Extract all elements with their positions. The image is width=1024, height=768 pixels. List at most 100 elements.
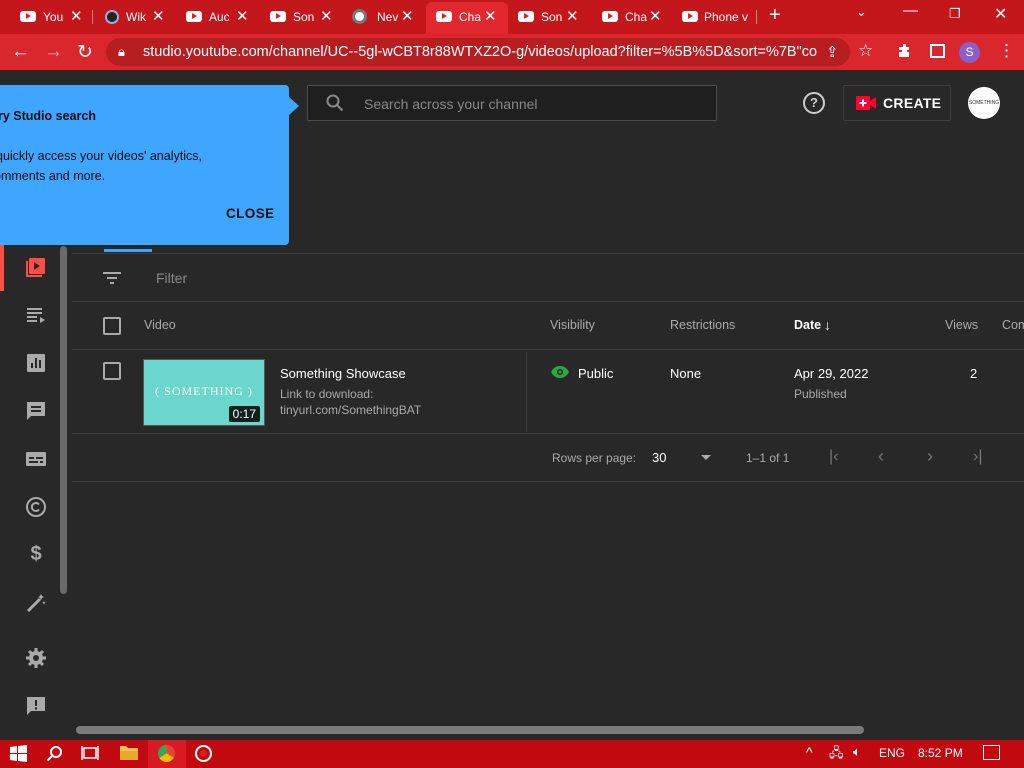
first-page-icon[interactable]: |‹	[829, 448, 838, 466]
column-header-comments: Com	[1002, 318, 1024, 332]
create-video-icon	[856, 96, 876, 110]
analytics-icon[interactable]	[24, 351, 48, 375]
popup-body: omments and more.	[0, 169, 106, 183]
clock[interactable]: 8:52 PM	[918, 746, 963, 760]
close-window-icon[interactable]: ✕	[994, 4, 1007, 24]
divider	[72, 253, 1024, 254]
rows-per-page-select[interactable]: 30	[652, 450, 666, 465]
last-page-icon[interactable]: ›|	[973, 448, 982, 466]
volume-icon[interactable]: 🔈︎	[853, 744, 861, 760]
feedback-icon[interactable]	[24, 694, 48, 718]
close-tab-icon[interactable]: ✕	[70, 7, 83, 25]
bookmark-star-icon[interactable]: ☆	[858, 41, 873, 61]
close-tab-icon[interactable]: ✕	[236, 7, 249, 25]
popup-title: ry Studio search	[0, 109, 96, 123]
browser-tab[interactable]: Phone v	[672, 4, 758, 30]
notifications-icon[interactable]	[983, 745, 1000, 760]
column-header-date[interactable]: Date	[794, 318, 821, 332]
taskbar-search-icon[interactable]	[46, 745, 64, 763]
restore-icon[interactable]: ❐	[949, 6, 961, 22]
youtube-icon	[270, 11, 286, 22]
playlists-icon[interactable]	[24, 303, 48, 327]
column-header-restrictions: Restrictions	[670, 318, 736, 332]
browser-tab[interactable]: Son ✕	[260, 4, 344, 30]
recorder-app-icon[interactable]	[195, 745, 212, 762]
browser-tab[interactable]: Nev ✕	[344, 4, 426, 30]
channel-avatar[interactable]: SOMETHING	[968, 87, 1000, 119]
back-icon[interactable]: ←	[11, 41, 30, 63]
copyright-icon[interactable]	[24, 495, 48, 519]
subtitles-icon[interactable]	[24, 447, 48, 471]
video-description-line2: tinyurl.com/SomethingBAT	[280, 403, 422, 417]
search-icon	[326, 94, 344, 112]
chrome-icon	[352, 9, 367, 24]
network-icon[interactable]: 🖧	[829, 744, 844, 766]
horizontal-scrollbar[interactable]	[76, 726, 864, 734]
reload-icon[interactable]: ↻	[77, 41, 93, 64]
filter-icon[interactable]	[102, 270, 122, 286]
video-title[interactable]: Something Showcase	[280, 366, 406, 381]
close-tab-icon[interactable]: ✕	[566, 7, 579, 25]
close-tab-icon[interactable]: ✕	[152, 7, 165, 25]
column-divider	[526, 352, 527, 432]
profile-avatar[interactable]: S	[959, 42, 980, 63]
popup-close-button[interactable]: CLOSE	[226, 206, 275, 221]
customization-icon[interactable]	[24, 591, 48, 615]
browser-tab-strip: You ✕ Wik ✕ Auc ✕ Son ✕ Nev ✕ Cha ✕ Son …	[0, 0, 1024, 34]
select-all-checkbox[interactable]	[103, 317, 121, 335]
date-value: Apr 29, 2022	[794, 366, 869, 381]
tab-search-chevron-icon[interactable]: ⌄	[856, 4, 867, 20]
forward-icon[interactable]: →	[44, 41, 63, 63]
browser-tab[interactable]: Cha ✕	[590, 4, 672, 30]
sidebar-scrollbar[interactable]	[60, 246, 67, 594]
video-description-line1: Link to download:	[280, 387, 374, 401]
visibility-value[interactable]: Public	[578, 366, 613, 381]
help-icon[interactable]: ?	[803, 92, 825, 114]
youtube-icon	[436, 11, 452, 22]
comments-icon[interactable]	[24, 399, 48, 423]
close-tab-icon[interactable]: ✕	[484, 7, 497, 25]
browser-tab[interactable]: Son ✕	[508, 4, 590, 30]
wiki-favicon-icon	[105, 10, 119, 24]
studio-search-promo-popup: ry Studio search quickly access your vid…	[0, 85, 299, 245]
file-explorer-icon[interactable]	[120, 745, 138, 760]
popup-body: quickly access your videos' analytics,	[0, 149, 202, 163]
earn-icon[interactable]: $	[24, 543, 48, 567]
previous-page-icon[interactable]: ‹	[878, 446, 884, 467]
show-hidden-icons-icon[interactable]: ^	[806, 744, 813, 760]
create-button-label: CREATE	[883, 95, 942, 111]
video-thumbnail[interactable]: ( SOMETHING ) 0:17	[143, 359, 265, 426]
close-tab-icon[interactable]: ✕	[320, 7, 333, 25]
browser-tab[interactable]: Wik ✕	[92, 4, 176, 30]
views-value: 2	[970, 366, 978, 381]
settings-icon[interactable]	[24, 646, 48, 670]
browser-menu-icon[interactable]: ⋮	[998, 41, 1015, 61]
sidebar-active-indicator	[0, 243, 4, 291]
close-tab-icon[interactable]: ✕	[649, 7, 662, 25]
new-tab-icon[interactable]: +	[769, 4, 781, 27]
browser-tab-active[interactable]: Cha ✕	[426, 2, 508, 34]
windows-start-icon[interactable]	[10, 745, 27, 762]
eye-icon[interactable]	[550, 365, 570, 379]
browser-tab[interactable]: Auc ✕	[176, 4, 260, 30]
next-page-icon[interactable]: ›	[927, 446, 933, 467]
close-tab-icon[interactable]: ✕	[401, 7, 414, 25]
video-duration: 0:17	[228, 406, 260, 422]
filter-input[interactable]: Filter	[156, 270, 187, 286]
restrictions-value: None	[670, 366, 702, 381]
url-text[interactable]: studio.youtube.com/channel/UC--5gl-wCBT8…	[143, 44, 818, 60]
browser-tab[interactable]: You ✕	[0, 4, 92, 30]
minimize-icon[interactable]: —	[903, 2, 918, 19]
task-view-icon[interactable]	[81, 745, 99, 761]
dropdown-arrow-icon[interactable]	[701, 455, 711, 460]
column-header-video: Video	[144, 318, 176, 332]
sort-descending-icon[interactable]: ↓	[824, 317, 831, 333]
share-icon[interactable]: ⇪	[826, 43, 839, 61]
lock-icon[interactable]: 🔒︎	[118, 44, 125, 60]
row-checkbox[interactable]	[103, 362, 121, 380]
content-icon[interactable]	[24, 255, 48, 279]
extensions-icon[interactable]	[897, 43, 913, 59]
language-indicator[interactable]: ENG	[879, 746, 905, 760]
side-panel-icon[interactable]	[930, 44, 945, 58]
chrome-taskbar-icon[interactable]	[158, 745, 175, 762]
